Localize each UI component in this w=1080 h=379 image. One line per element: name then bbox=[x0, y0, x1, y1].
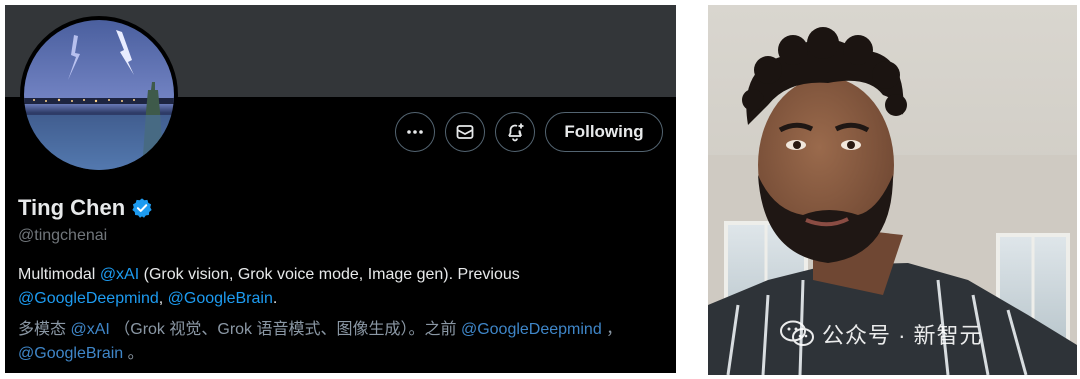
verified-badge-icon[interactable] bbox=[131, 197, 153, 219]
bio-suffix: . bbox=[272, 290, 278, 307]
mention-googlebrain-zh[interactable]: @GoogleBrain bbox=[18, 345, 123, 362]
mention-xai-zh[interactable]: @xAI bbox=[70, 321, 109, 338]
watermark-text: 公众号 · 新智元 bbox=[822, 323, 983, 348]
mail-icon bbox=[456, 125, 474, 139]
watermark: 公众号 · 新智元 bbox=[780, 318, 983, 350]
display-name: Ting Chen bbox=[18, 195, 153, 221]
bio-zh-suffix: 。 bbox=[123, 345, 144, 362]
wechat-icon bbox=[780, 320, 814, 346]
bio-prefix: Multimodal bbox=[18, 266, 100, 283]
more-icon bbox=[407, 130, 423, 134]
notifications-button[interactable] bbox=[495, 112, 535, 152]
bio-translation: 多模态 @xAI （Grok 视觉、Grok 语音模式、图像生成）。之前 @Go… bbox=[18, 318, 658, 366]
bio-middle: (Grok vision, Grok voice mode, Image gen… bbox=[139, 266, 520, 283]
bio-zh-prefix: 多模态 bbox=[18, 321, 71, 338]
avatar[interactable] bbox=[20, 16, 178, 174]
bio-sep: , bbox=[158, 290, 168, 307]
mention-xai[interactable]: @xAI bbox=[100, 266, 139, 283]
bio-zh-sep: ， bbox=[601, 321, 623, 338]
mention-googledeepmind[interactable]: @GoogleDeepmind bbox=[18, 290, 159, 307]
display-name-text: Ting Chen bbox=[18, 195, 126, 220]
bio-zh-middle: （Grok 视觉、Grok 语音模式、图像生成）。之前 bbox=[109, 321, 461, 338]
bio: Multimodal @xAI (Grok vision, Grok voice… bbox=[18, 263, 658, 311]
mention-googledeepmind-zh[interactable]: @GoogleDeepmind bbox=[461, 321, 602, 338]
profile-card: Following Ting Chen @tingchenai Multimod… bbox=[5, 5, 676, 373]
message-button[interactable] bbox=[445, 112, 485, 152]
notify-bell-icon bbox=[508, 123, 524, 142]
handle: @tingchenai bbox=[18, 227, 108, 244]
more-options-button[interactable] bbox=[395, 112, 435, 152]
mention-googlebrain[interactable]: @GoogleBrain bbox=[168, 290, 273, 307]
avatar-image bbox=[24, 20, 174, 170]
following-button[interactable]: Following bbox=[545, 112, 663, 152]
